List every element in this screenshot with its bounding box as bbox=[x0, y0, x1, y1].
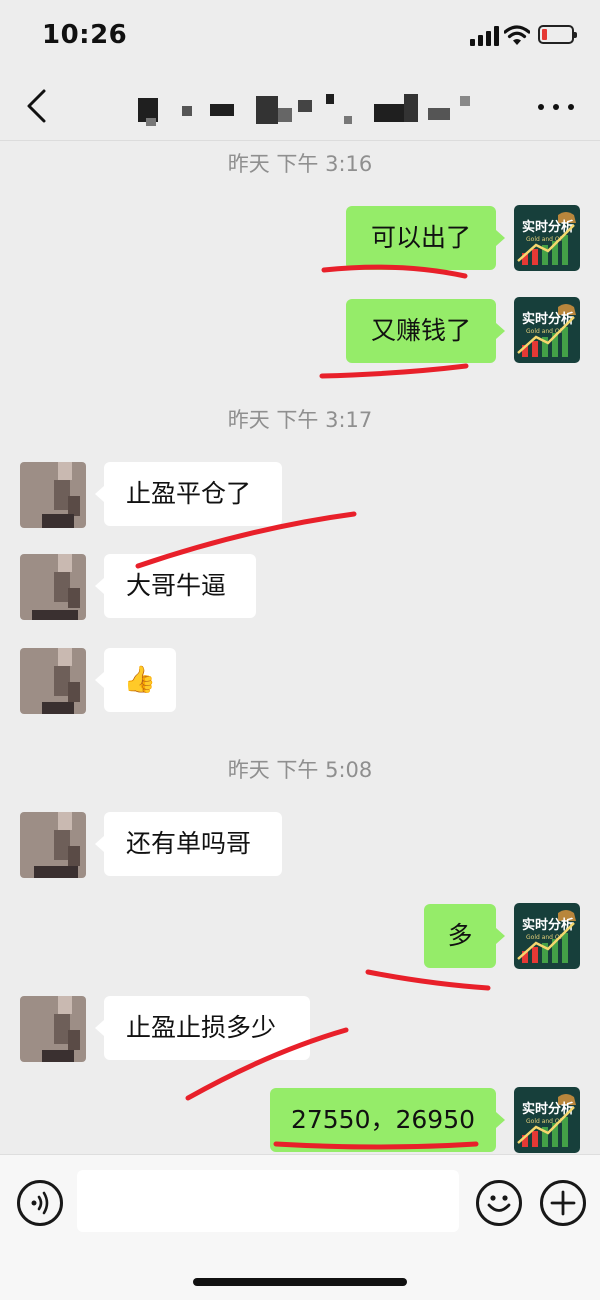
incoming-message-bubble[interactable]: 大哥牛逼 bbox=[95, 554, 256, 618]
plus-icon[interactable] bbox=[540, 1180, 586, 1226]
outgoing-message-bubble[interactable]: 27550，26950 bbox=[270, 1088, 505, 1152]
self-avatar[interactable]: 实时分析 Gold and Oil bbox=[514, 205, 580, 271]
emoji-icon[interactable] bbox=[476, 1180, 522, 1226]
voice-icon[interactable] bbox=[17, 1180, 63, 1226]
home-indicator[interactable] bbox=[193, 1278, 407, 1286]
contact-avatar-obscured[interactable] bbox=[20, 554, 86, 620]
chat-title-obscured bbox=[138, 94, 473, 126]
status-time: 10:26 bbox=[42, 20, 128, 50]
timestamp-3: 昨天 下午 5:08 bbox=[227, 758, 373, 782]
contact-avatar-obscured[interactable] bbox=[20, 996, 86, 1062]
wifi-icon bbox=[504, 25, 530, 45]
more-options-icon[interactable] bbox=[538, 104, 574, 112]
self-avatar[interactable]: 实时分析 Gold and Oil bbox=[514, 903, 580, 969]
outgoing-message-bubble[interactable]: 可以出了 bbox=[346, 206, 505, 270]
outgoing-message-bubble[interactable]: 多 bbox=[424, 904, 505, 968]
message-input[interactable] bbox=[77, 1170, 459, 1232]
contact-avatar-obscured[interactable] bbox=[20, 812, 86, 878]
self-avatar[interactable]: 实时分析 Gold and Oil bbox=[514, 297, 580, 363]
timestamp-2: 昨天 下午 3:17 bbox=[227, 408, 373, 432]
annotation-stroke bbox=[319, 363, 469, 379]
status-bar: 10:26 bbox=[0, 0, 600, 72]
outgoing-message-bubble[interactable]: 又赚钱了 bbox=[346, 299, 505, 363]
incoming-message-bubble[interactable]: 还有单吗哥 bbox=[95, 812, 282, 876]
chat-header bbox=[0, 72, 600, 141]
incoming-message-bubble[interactable]: 👍 bbox=[95, 648, 176, 712]
self-avatar[interactable]: 实时分析 Gold and Oil bbox=[514, 1087, 580, 1153]
incoming-message-bubble[interactable]: 止盈止损多少 bbox=[95, 996, 310, 1060]
contact-avatar-obscured[interactable] bbox=[20, 462, 86, 528]
cellular-signal-icon bbox=[470, 26, 500, 46]
timestamp-1: 昨天 下午 3:16 bbox=[227, 152, 373, 176]
incoming-message-bubble[interactable]: 止盈平仓了 bbox=[95, 462, 282, 526]
battery-icon bbox=[538, 25, 577, 44]
contact-avatar-obscured[interactable] bbox=[20, 648, 86, 714]
annotation-stroke bbox=[365, 969, 491, 991]
chevron-left-icon[interactable] bbox=[22, 88, 52, 124]
